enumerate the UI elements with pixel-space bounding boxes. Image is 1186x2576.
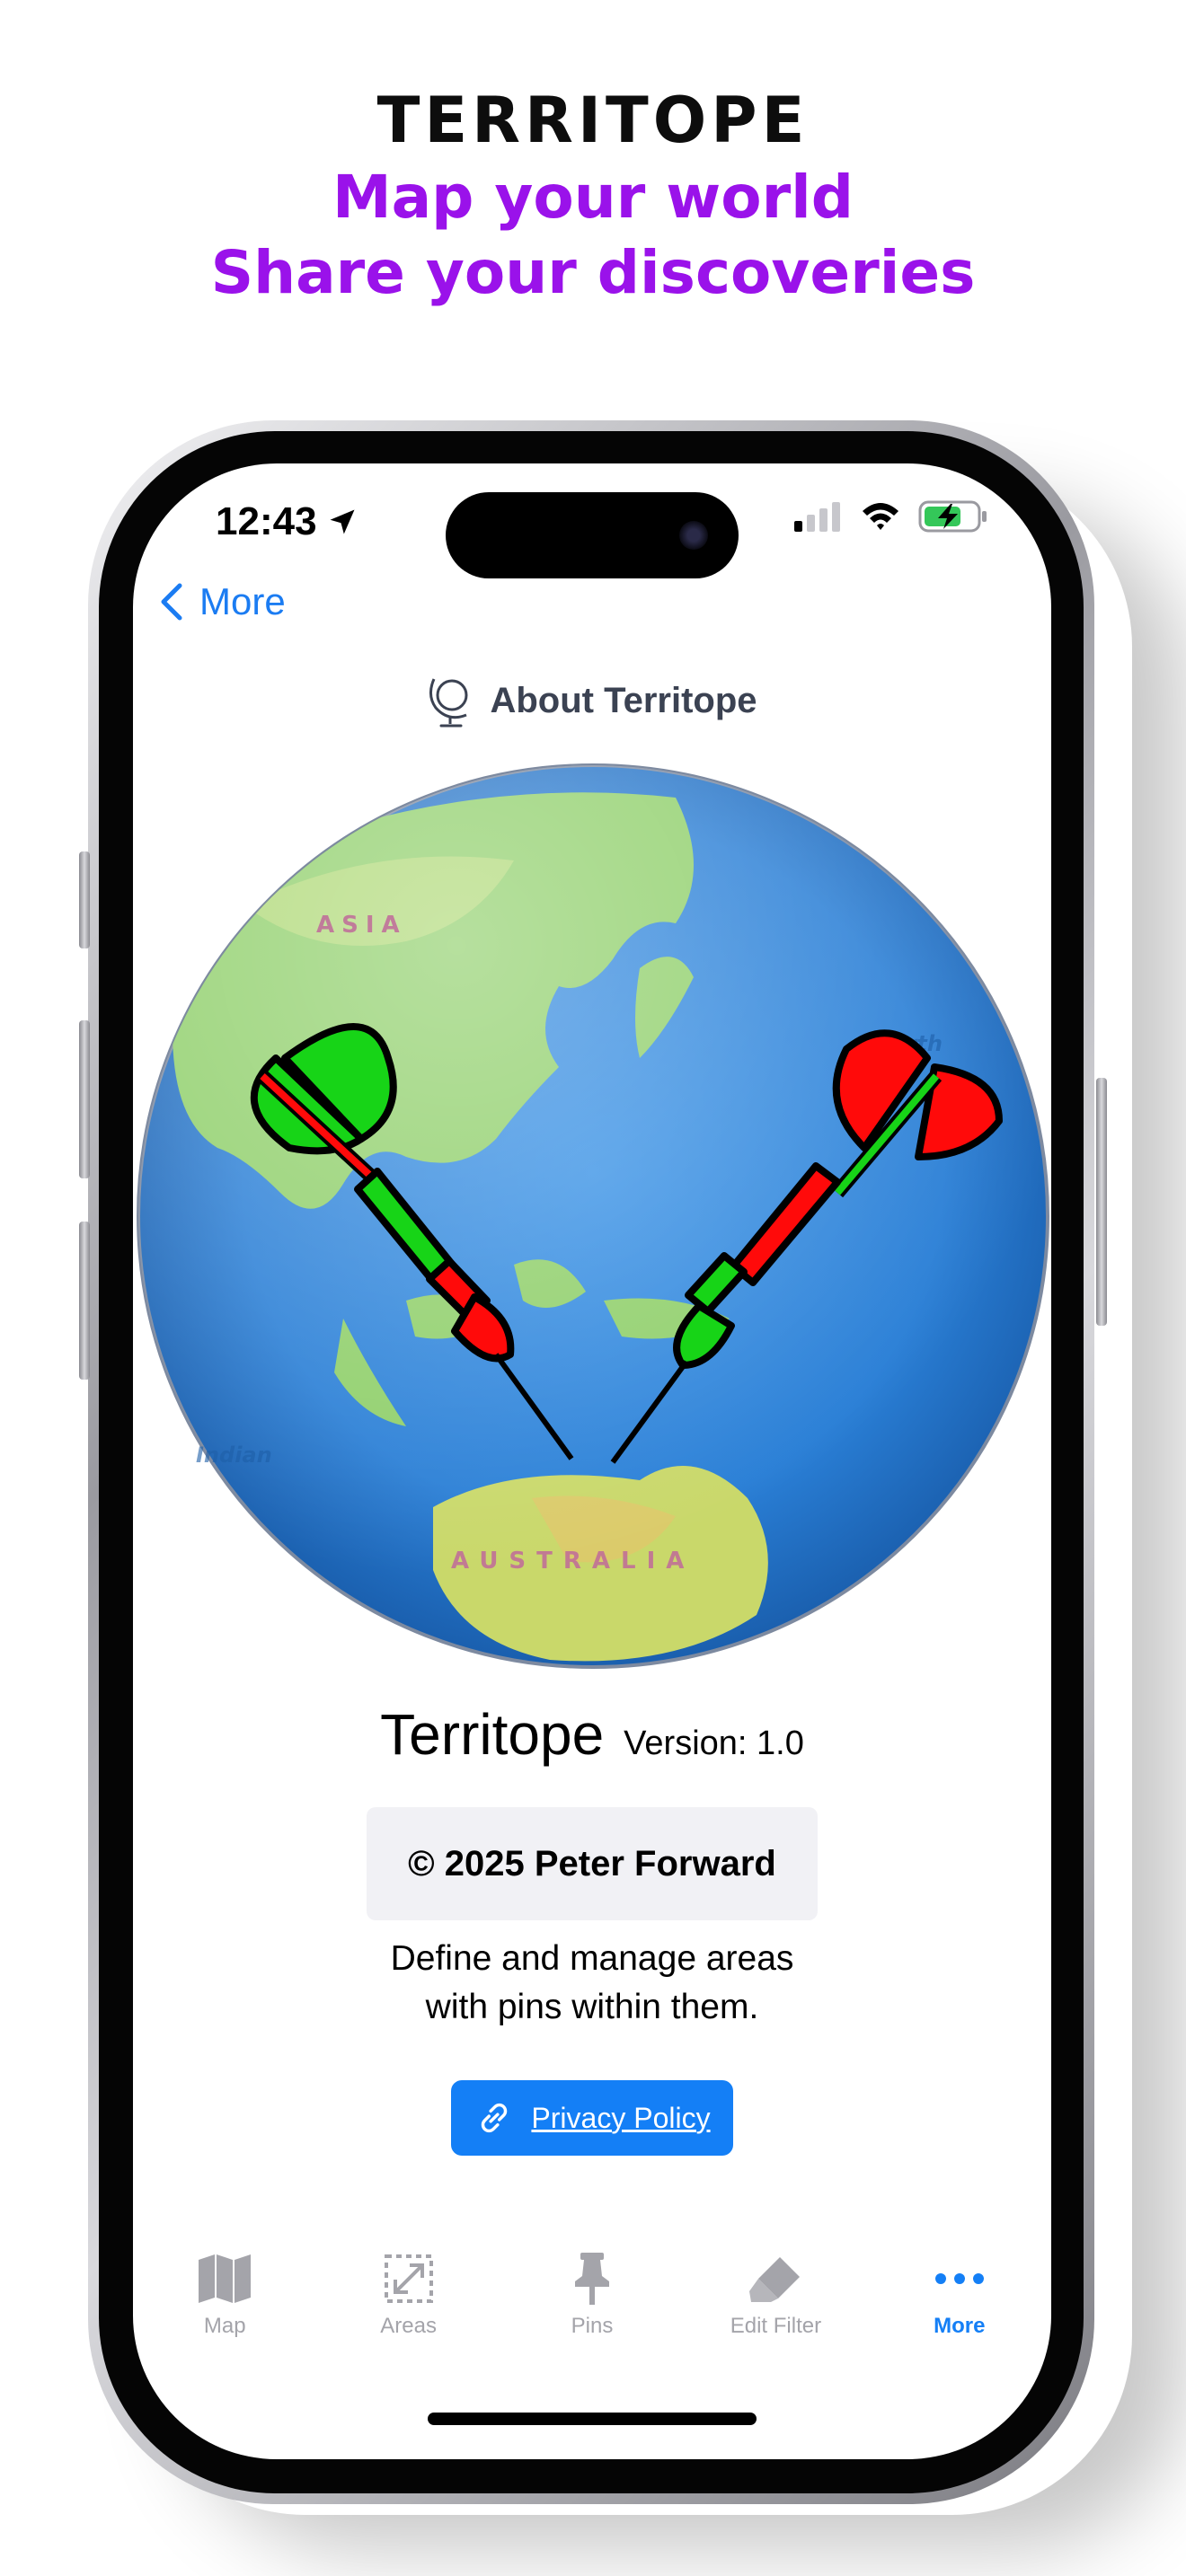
eraser-icon xyxy=(749,2257,801,2302)
globe-label-indian: Indian xyxy=(196,1442,272,1468)
app-description-line-1: Define and manage areas xyxy=(390,1939,794,1978)
tab-bar: Map Areas Pins Edit Filter More xyxy=(133,2251,1051,2368)
status-time: 12:43 xyxy=(216,499,358,544)
privacy-policy-button[interactable]: Privacy Policy xyxy=(451,2080,733,2156)
promo-tagline-2: Share your discoveries xyxy=(210,238,976,307)
back-button[interactable]: More xyxy=(155,580,286,623)
app-name: Territope xyxy=(380,1702,605,1767)
globe-artwork: ASIA North Indian AUSTRALIA xyxy=(137,763,1049,1669)
app-title-row: Territope Version: 1.0 xyxy=(133,1701,1051,1768)
chevron-left-icon xyxy=(161,583,182,621)
back-button-label: More xyxy=(199,580,286,622)
tab-more-label: More xyxy=(934,2314,986,2338)
page-title-text: About Territope xyxy=(490,680,757,720)
pin-icon xyxy=(575,2253,610,2305)
location-arrow-icon xyxy=(330,509,355,534)
promo-header: TERRITOPE Map your world Share your disc… xyxy=(0,81,1186,311)
tab-areas[interactable]: Areas xyxy=(316,2251,500,2368)
promo-brand: TERRITOPE xyxy=(376,84,810,157)
tab-pins-label: Pins xyxy=(571,2314,614,2338)
copyright-badge: © 2025 Peter Forward xyxy=(367,1807,818,1920)
tab-map[interactable]: Map xyxy=(133,2251,316,2368)
app-description: Define and manage areas with pins within… xyxy=(133,1935,1051,2032)
map-icon xyxy=(199,2254,252,2303)
globe-label-asia: ASIA xyxy=(316,912,407,939)
globe-icon xyxy=(429,678,468,728)
tab-pins[interactable]: Pins xyxy=(500,2251,684,2368)
tab-edit-filter[interactable]: Edit Filter xyxy=(684,2251,867,2368)
tab-map-label: Map xyxy=(203,2314,246,2338)
battery-charging-icon xyxy=(918,500,987,533)
app-description-line-2: with pins within them. xyxy=(425,1988,759,2026)
tab-edit-filter-label: Edit Filter xyxy=(730,2314,822,2338)
dynamic-island xyxy=(446,492,739,578)
link-icon xyxy=(482,2103,508,2133)
promo-tagline-1: Map your world xyxy=(332,163,854,232)
status-time-text: 12:43 xyxy=(216,499,317,543)
globe-label-australia: AUSTRALIA xyxy=(451,1548,695,1575)
privacy-policy-label: Privacy Policy xyxy=(531,2101,711,2134)
areas-icon xyxy=(384,2254,433,2303)
tab-areas-label: Areas xyxy=(380,2314,437,2338)
tab-more[interactable]: More xyxy=(868,2251,1051,2368)
more-dots-icon xyxy=(934,2273,984,2284)
camera-icon xyxy=(679,521,708,550)
app-logo-globe: ASIA North Indian AUSTRALIA xyxy=(137,762,1049,1671)
side-button-volume-up xyxy=(79,1020,90,1178)
side-button-action xyxy=(79,851,90,948)
page-title: About Territope xyxy=(133,672,1051,729)
status-indicators xyxy=(792,499,988,534)
home-indicator[interactable] xyxy=(428,2413,757,2425)
side-button-power xyxy=(1096,1078,1107,1326)
cellular-signal-icon xyxy=(794,502,840,532)
app-version: Version: 1.0 xyxy=(624,1725,804,1762)
side-button-volume-down xyxy=(79,1222,90,1380)
wifi-icon xyxy=(863,503,898,530)
phone-screen: 12:43 More About Territope ASIA Indian A… xyxy=(133,463,1051,2459)
